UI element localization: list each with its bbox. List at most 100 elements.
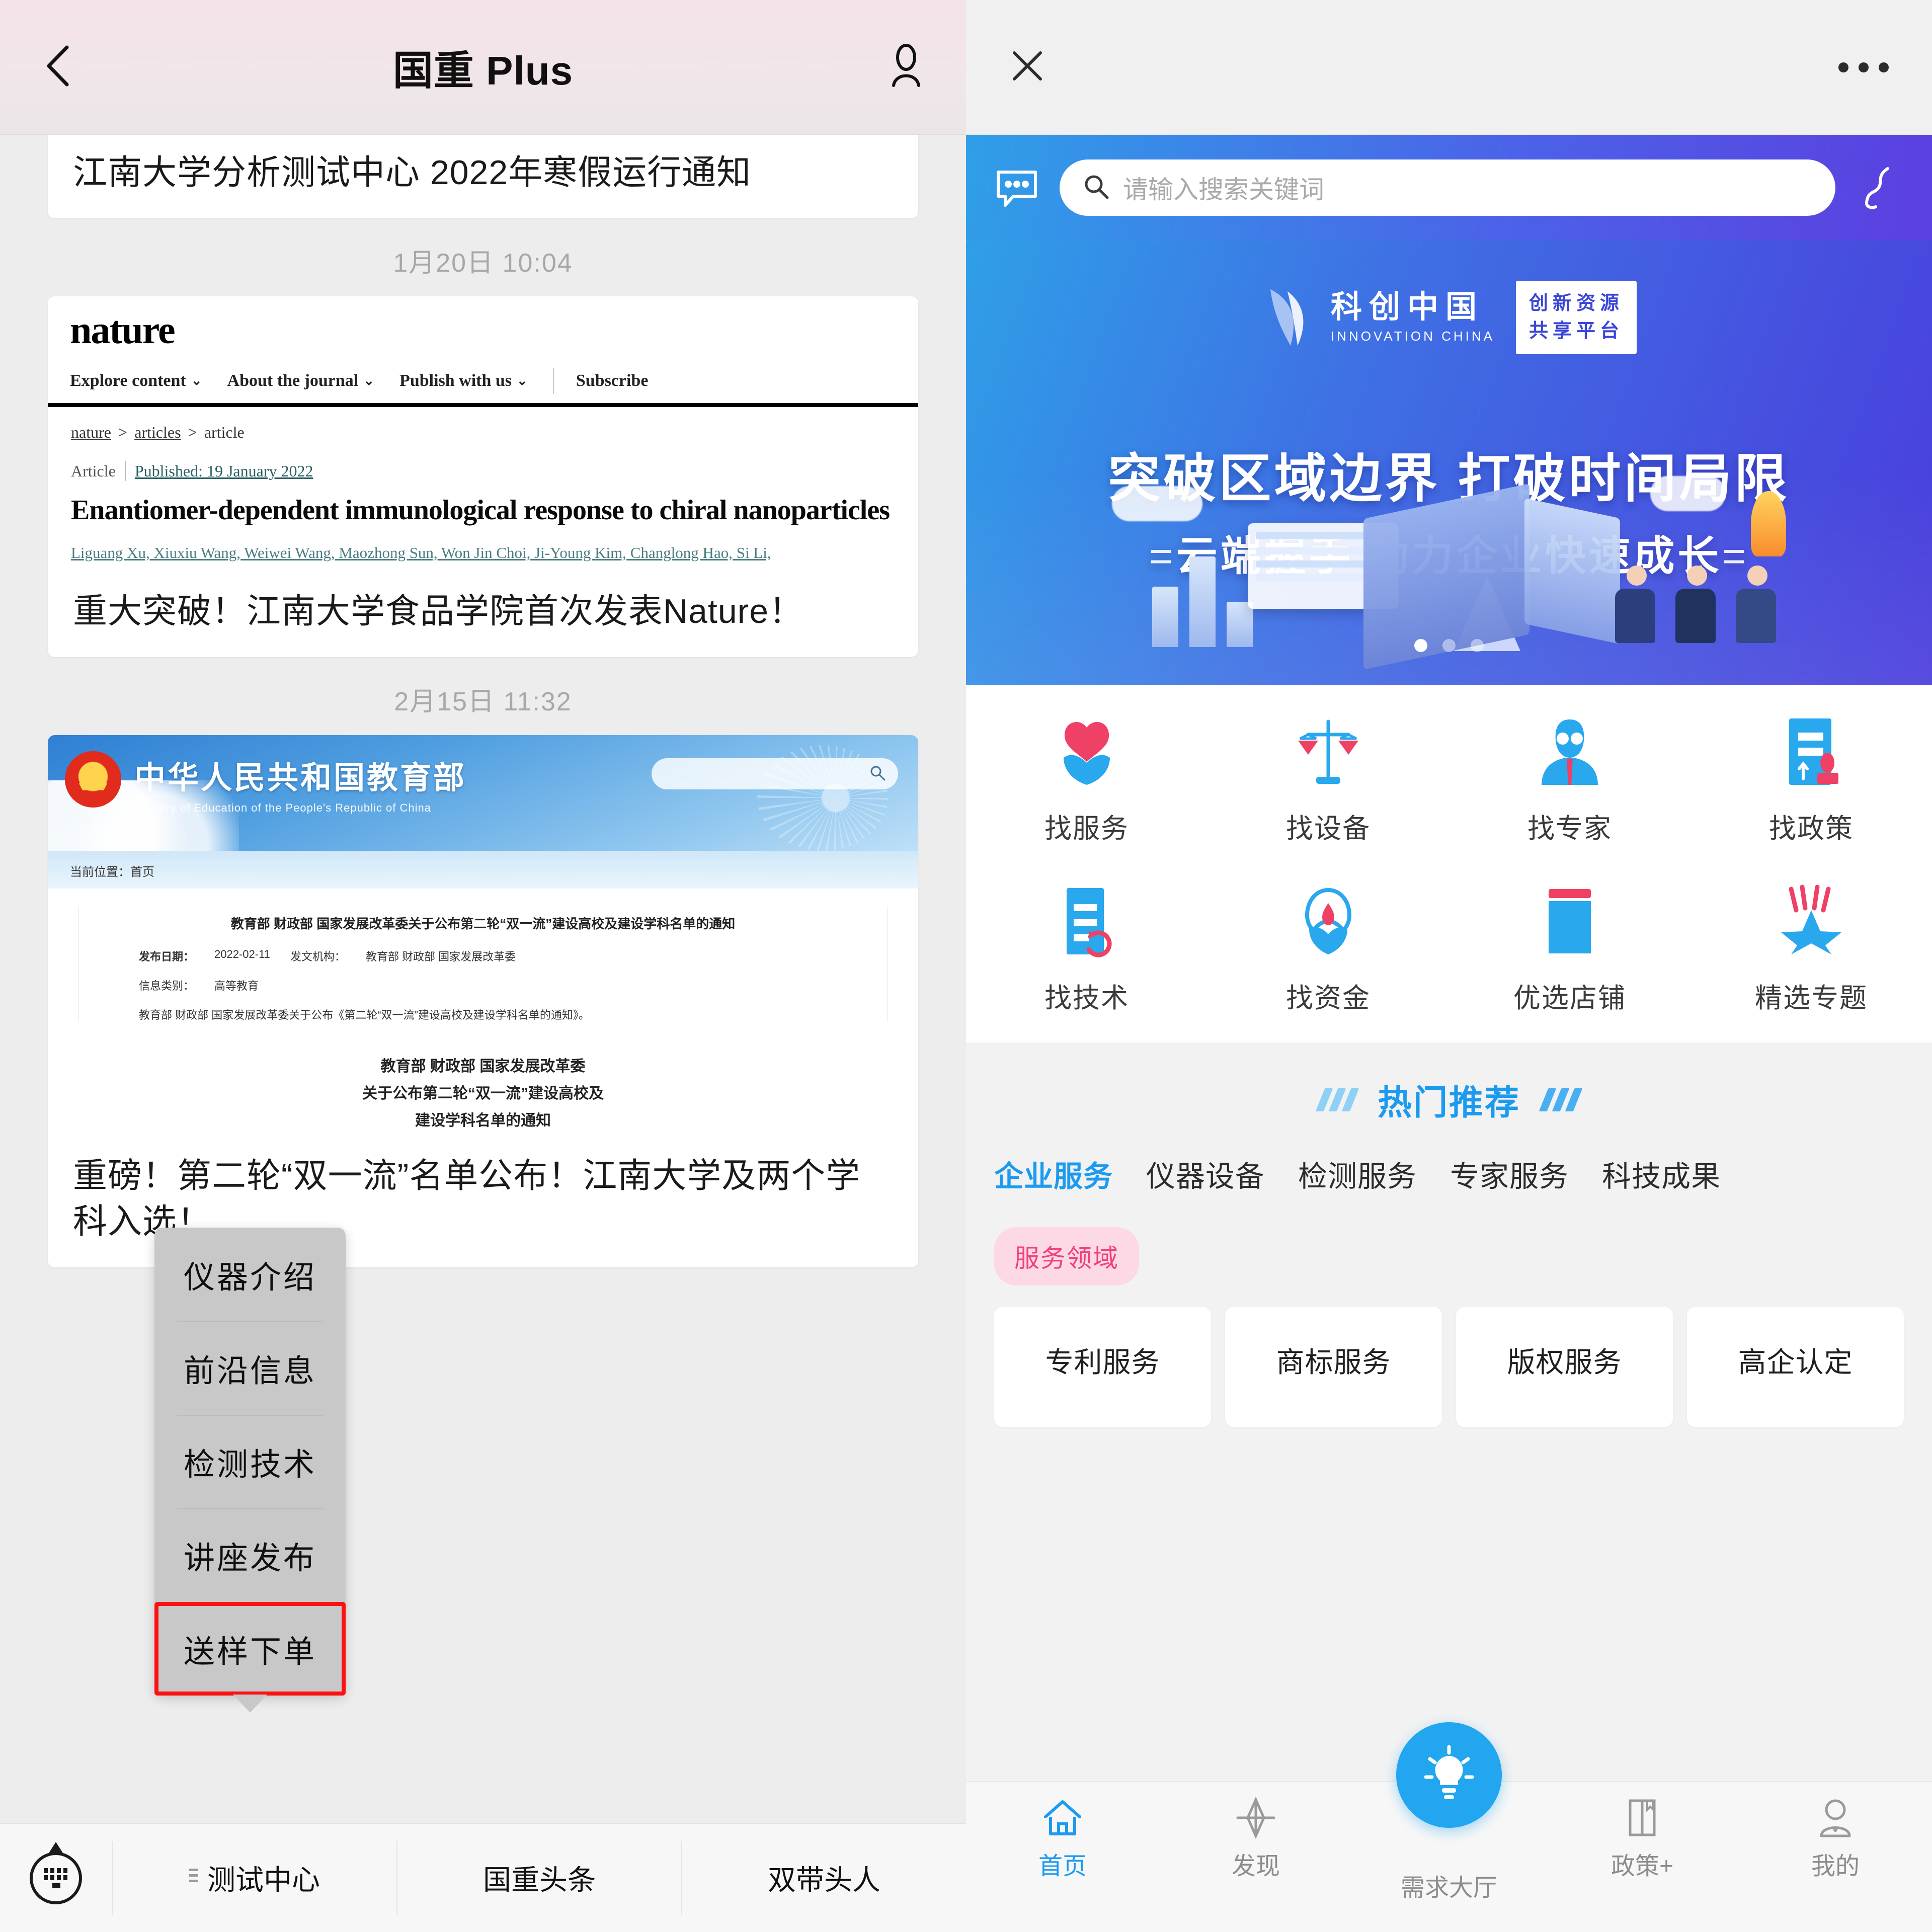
moe-meta-row: 发布日期： 2022-02-11 发文机构： 教育部 财政部 国家发展改革委 xyxy=(78,948,888,964)
article-type: Article xyxy=(71,461,116,480)
grid-item-label: 找政策 xyxy=(1769,814,1854,844)
isometric-scene xyxy=(1082,476,1816,670)
moe-search-box[interactable] xyxy=(652,758,898,790)
miniprogram-tabbar: 首页 发现 需求大厅 政策+ 我的 xyxy=(966,1722,1932,1932)
search-bar-row: 请输入搜索关键词 xyxy=(966,135,1932,240)
menu-item-instrument-intro[interactable]: 仪器介绍 xyxy=(154,1228,346,1321)
moe-site-title-en: Ministry of Education of the People's Re… xyxy=(134,801,431,815)
nature-nav-label: Publish with us xyxy=(399,371,512,390)
more-dots-icon xyxy=(1838,62,1889,72)
tab-label: 测试中心 xyxy=(207,1864,320,1896)
promo-banner[interactable]: 科创中国 INNOVATION CHINA 创新资源 共享平台 突破区域边界 打… xyxy=(966,240,1932,685)
moe-big-title-l2: 关于公布第二轮“双一流”建设高校及 xyxy=(362,1085,604,1102)
service-card-trademark[interactable]: 商标服务 xyxy=(1225,1307,1442,1427)
dot[interactable] xyxy=(1442,639,1456,652)
card-title: 重大突破！江南大学食品学院首次发表Nature！ xyxy=(73,592,804,630)
nature-screenshot: nature Explore content ⌄ About the journa… xyxy=(48,296,918,569)
menu-item-lecture-release[interactable]: 讲座发布 xyxy=(154,1508,346,1602)
nature-nav-item[interactable]: Explore content ⌄ xyxy=(70,371,202,390)
moe-breadcrumb: 当前位置：首页 xyxy=(48,851,918,889)
grid-item-preferred-shop[interactable]: 优选店铺 xyxy=(1449,884,1691,1015)
home-icon xyxy=(1041,1797,1084,1839)
published-date[interactable]: Published: 19 January 2022 xyxy=(135,462,313,480)
chevron-left-icon xyxy=(43,44,73,90)
nature-article-title: Enantiomer-dependent immunological respo… xyxy=(71,495,890,526)
tab-demand-hall[interactable]: 需求大厅 xyxy=(1352,1722,1546,1901)
tab-discover[interactable]: 发现 xyxy=(1159,1782,1352,1881)
keyboard-toggle-icon xyxy=(30,1852,82,1904)
sidebar-item-headlines[interactable]: 国重头条 xyxy=(396,1840,681,1915)
banner-pagination-dots[interactable] xyxy=(966,639,1932,652)
nature-nav-item[interactable]: Publish with us ⌄ xyxy=(399,371,528,390)
person-decoration xyxy=(1675,566,1719,646)
service-card-patent[interactable]: 专利服务 xyxy=(994,1307,1211,1427)
search-icon xyxy=(1083,173,1110,203)
badge-line1: 创新资源 xyxy=(1529,293,1624,314)
grid-item-find-technology[interactable]: 找技术 xyxy=(966,884,1208,1015)
search-input[interactable]: 请输入搜索关键词 xyxy=(1060,159,1835,216)
moe-doc-inner: 教育部 财政部 国家发展改革委关于公布第二轮“双一流”建设高校及建设学科名单的通… xyxy=(78,906,888,1023)
policy-document-icon xyxy=(1774,714,1848,789)
cloud-decoration xyxy=(1650,476,1726,511)
sidebar-item-test-center[interactable]: 测试中心 xyxy=(112,1840,396,1915)
person-decoration xyxy=(1615,566,1658,646)
tab-home[interactable]: 首页 xyxy=(966,1782,1159,1881)
nature-nav-item[interactable]: About the journal ⌄ xyxy=(227,371,375,390)
grid-item-label: 精选专题 xyxy=(1755,983,1868,1013)
grid-item-find-expert[interactable]: 找专家 xyxy=(1449,714,1691,846)
technology-refresh-icon xyxy=(1050,884,1124,958)
profile-button[interactable] xyxy=(887,44,926,90)
grid-item-find-funding[interactable]: 找资金 xyxy=(1208,884,1449,1015)
dot[interactable] xyxy=(1471,639,1484,652)
grid-item-featured-topic[interactable]: 精选专题 xyxy=(1691,884,1932,1015)
grid-row: 找技术 找资金 优选店铺 精选专题 xyxy=(966,884,1932,1015)
moe-org-label: 发文机构： xyxy=(290,950,346,963)
grid-item-find-service[interactable]: 找服务 xyxy=(966,714,1208,846)
author-names[interactable]: Liguang Xu, Xiuxiu Wang, Weiwei Wang, Ma… xyxy=(71,544,771,561)
breadcrumb-separator: > xyxy=(118,423,128,442)
tab-label: 首页 xyxy=(1038,1853,1087,1880)
tab-policy[interactable]: 政策+ xyxy=(1546,1782,1739,1881)
moe-document: 教育部 财政部 国家发展改革委关于公布第二轮“双一流”建设高校及建设学科名单的通… xyxy=(48,889,918,1035)
grid-item-find-policy[interactable]: 找政策 xyxy=(1691,714,1932,846)
tab-mine[interactable]: 我的 xyxy=(1739,1782,1932,1881)
service-card-copyright[interactable]: 版权服务 xyxy=(1456,1307,1673,1427)
keyboard-grid-icon xyxy=(44,1868,68,1888)
moe-big-title: 教育部 财政部 国家发展改革委 关于公布第二轮“双一流”建设高校及 建设学科名单… xyxy=(48,1034,918,1133)
tab-instrument-equipment[interactable]: 仪器设备 xyxy=(1146,1153,1265,1195)
chat-bubble-icon[interactable] xyxy=(995,166,1038,209)
quick-entry-grid: 找服务 找设备 找专家 找政策 找技术 找资金 优选店铺 精选专题 xyxy=(966,685,1932,1042)
sidebar-item-leaders[interactable]: 双带头人 xyxy=(681,1840,966,1915)
phone-icon[interactable] xyxy=(1857,165,1903,211)
heart-in-hand-icon xyxy=(1050,714,1124,789)
moe-date-value: 2022-02-11 xyxy=(214,948,270,961)
grid-item-find-equipment[interactable]: 找设备 xyxy=(1208,714,1449,846)
user-icon xyxy=(1814,1797,1857,1839)
feed-card-moe[interactable]: 中华人民共和国教育部 Ministry of Education of the … xyxy=(48,735,918,1268)
service-card-highrec[interactable]: 高企认定 xyxy=(1687,1307,1904,1427)
menu-item-sample-order[interactable]: 送样下单 xyxy=(154,1602,346,1696)
moe-date: 发布日期： xyxy=(139,948,194,964)
menu-item-frontier-info[interactable]: 前沿信息 xyxy=(154,1321,346,1415)
tab-label: 需求大厅 xyxy=(1400,1875,1498,1901)
back-button[interactable] xyxy=(20,44,96,90)
demand-hall-button[interactable] xyxy=(1396,1722,1502,1828)
meta-divider xyxy=(124,461,126,481)
tab-enterprise-service[interactable]: 企业服务 xyxy=(994,1153,1113,1195)
breadcrumb-link[interactable]: articles xyxy=(134,423,181,442)
tab-expert-service[interactable]: 专家服务 xyxy=(1450,1153,1569,1195)
dot-active[interactable] xyxy=(1414,639,1427,652)
tab-detection-service[interactable]: 检测服务 xyxy=(1298,1153,1417,1195)
tab-tech-achievement[interactable]: 科技成果 xyxy=(1602,1153,1721,1195)
moe-body-line: 教育部 财政部 国家发展改革委关于公布《第二轮“双一流”建设高校及建设学科名单的… xyxy=(78,1006,888,1022)
menu-item-detection-tech[interactable]: 检测技术 xyxy=(154,1415,346,1508)
nature-nav-item[interactable]: Subscribe xyxy=(576,371,649,390)
keyboard-toggle-button[interactable] xyxy=(0,1852,112,1904)
feed-card-notice[interactable]: 江南大学分析测试中心 2022年寒假运行通知 xyxy=(48,135,918,219)
menu-list-icon xyxy=(189,1868,198,1888)
more-button[interactable] xyxy=(1838,62,1889,72)
context-menu: 仪器介绍 前沿信息 检测技术 讲座发布 送样下单 xyxy=(154,1228,346,1713)
breadcrumb-link[interactable]: nature xyxy=(71,423,111,442)
feed-card-nature[interactable]: nature Explore content ⌄ About the journa… xyxy=(48,296,918,658)
close-button[interactable] xyxy=(1009,48,1045,87)
